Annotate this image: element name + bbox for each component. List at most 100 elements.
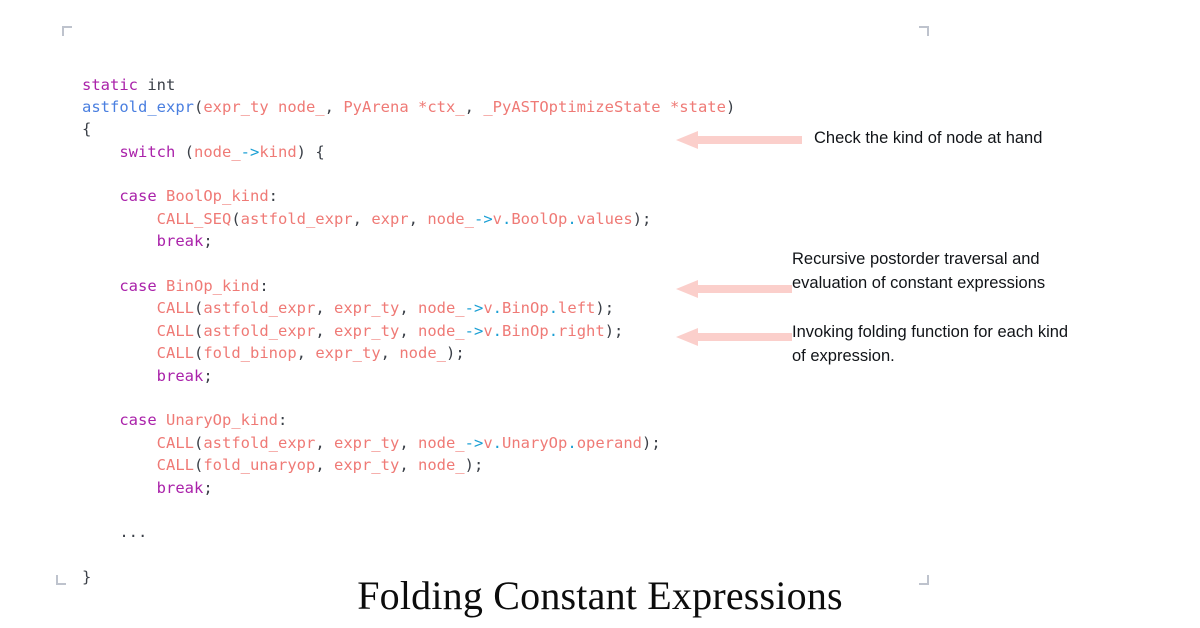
code-token: v — [492, 209, 502, 228]
code-block: static int astfold_expr(expr_ty node_, Py… — [82, 74, 735, 589]
code-token: BinOp — [502, 299, 549, 318]
code-token: , — [399, 321, 418, 340]
code-line: case BoolOp_kind: — [82, 185, 735, 207]
code-token: ); — [632, 209, 652, 228]
code-token: CALL — [156, 321, 194, 340]
code-token: . — [502, 209, 512, 228]
code-token: case — [119, 277, 157, 296]
code-token: -> — [464, 321, 484, 340]
code-token: v — [483, 299, 493, 318]
code-line: case UnaryOp_kind: — [82, 409, 735, 431]
code-token: -> — [473, 209, 493, 228]
code-token: ... — [119, 523, 148, 542]
code-line: static int — [82, 74, 735, 96]
code-token: CALL_SEQ — [156, 209, 232, 228]
code-token: ( — [193, 321, 204, 340]
code-token: ; — [203, 366, 213, 385]
code-token: PyArena *ctx_ — [343, 97, 465, 116]
code-token: , — [352, 209, 372, 228]
code-token: CALL — [156, 433, 194, 452]
code-token: ( — [193, 344, 204, 363]
code-token: expr_ty — [333, 299, 400, 318]
code-token: . — [492, 299, 503, 318]
code-line: CALL(astfold_expr, expr_ty, node_->v.Bin… — [82, 297, 735, 319]
code-token: case — [119, 411, 157, 430]
code-token: _PyASTOptimizeState *state — [483, 97, 726, 116]
code-token: , — [399, 433, 418, 452]
code-token: ); — [604, 321, 624, 340]
code-token: expr_ty — [333, 433, 400, 452]
code-line: break; — [82, 477, 735, 499]
code-token: astfold_expr — [203, 299, 316, 318]
annotation-label-invoking-folding: Invoking folding function for each kind … — [792, 323, 1069, 365]
code-token: , — [315, 321, 334, 340]
code-token: ; — [203, 232, 213, 251]
code-token: . — [548, 321, 559, 340]
code-token: astfold_expr — [203, 321, 316, 340]
code-token: node_ — [399, 344, 446, 363]
code-token: . — [567, 209, 577, 228]
annotation-label-recursive-postorder: Recursive postorder traversal and evalua… — [792, 250, 1046, 292]
code-token: break — [156, 478, 204, 497]
code-token: { — [82, 120, 92, 139]
code-token: , — [315, 456, 334, 475]
code-line: CALL_SEQ(astfold_expr, expr, node_->v.Bo… — [82, 208, 735, 230]
slide-title: Folding Constant Expressions — [357, 573, 843, 618]
code-token: . — [492, 433, 503, 452]
code-line: break; — [82, 365, 735, 387]
code-token: : — [277, 411, 288, 430]
code-line: CALL(astfold_expr, expr_ty, node_->v.Bin… — [82, 320, 735, 342]
placeholder-corner-top-right — [918, 26, 929, 37]
code-token: BinOp — [502, 321, 549, 340]
code-token: astfold_expr — [203, 433, 316, 452]
code-token: operand — [576, 433, 643, 452]
code-token: expr_ty — [333, 456, 400, 475]
code-line: break; — [82, 230, 735, 252]
code-token: ) { — [296, 142, 325, 161]
code-token: , — [399, 456, 418, 475]
code-token: BinOp_kind — [166, 277, 260, 296]
code-token: expr_ty — [333, 321, 400, 340]
code-token: expr_ty — [315, 344, 381, 363]
code-token: v — [483, 321, 493, 340]
code-token: BoolOp_kind — [166, 187, 269, 206]
code-line: CALL(fold_unaryop, expr_ty, node_); — [82, 454, 735, 476]
code-token: ); — [446, 344, 465, 363]
code-token: : — [268, 187, 278, 206]
code-token: node_ — [417, 299, 465, 318]
code-token: , — [324, 97, 344, 116]
code-token: node_ — [417, 321, 465, 340]
code-token: ; — [203, 478, 213, 497]
code-token: static — [82, 75, 138, 94]
code-token: expr — [371, 209, 409, 228]
code-line: case BinOp_kind: — [82, 275, 735, 297]
code-token: CALL — [156, 456, 194, 475]
code-token: BoolOp — [511, 209, 568, 228]
code-line: { — [82, 118, 735, 140]
code-token: ( — [193, 299, 204, 318]
code-token: int — [138, 75, 176, 94]
code-token: astfold_expr — [82, 97, 194, 116]
code-token: -> — [464, 299, 484, 318]
code-line: switch (node_->kind) { — [82, 141, 735, 163]
code-token: . — [492, 321, 503, 340]
code-token: UnaryOp — [502, 433, 568, 452]
code-token: ) — [725, 97, 736, 116]
code-token: node_ — [417, 456, 465, 475]
